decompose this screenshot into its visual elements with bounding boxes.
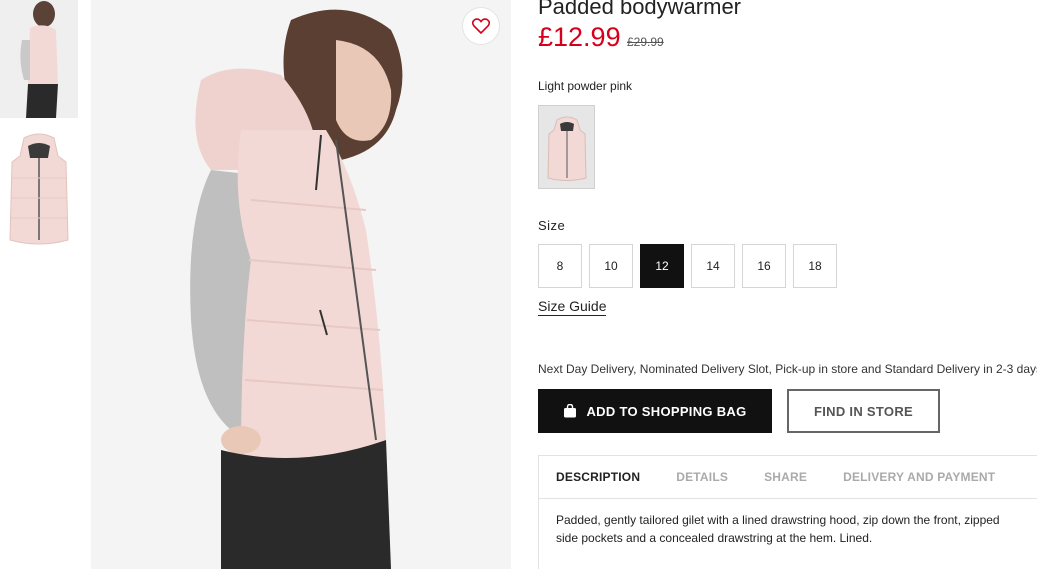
description-text: Padded, gently tailored gilet with a lin… — [556, 513, 1000, 545]
size-guide-link[interactable]: Size Guide — [538, 298, 607, 316]
delivery-info: Next Day Delivery, Nominated Delivery Sl… — [538, 362, 1037, 376]
add-to-bag-button[interactable]: ADD TO SHOPPING BAG — [538, 389, 772, 433]
heart-icon — [472, 18, 490, 34]
thumbnail-model-side[interactable] — [0, 0, 78, 118]
tab-bar: DESCRIPTION DETAILS SHARE DELIVERY AND P… — [539, 456, 1037, 499]
product-title: Padded bodywarmer — [538, 0, 742, 19]
size-option-14[interactable]: 14 — [691, 244, 735, 288]
thumbnail-model-image — [0, 0, 78, 118]
product-tabs: DESCRIPTION DETAILS SHARE DELIVERY AND P… — [538, 455, 1037, 569]
size-option-12[interactable]: 12 — [640, 244, 684, 288]
color-name: Light powder pink — [538, 79, 633, 93]
size-selector: 8 10 12 14 16 18 — [538, 244, 844, 288]
size-label: Size — [538, 218, 566, 233]
add-to-bag-label: ADD TO SHOPPING BAG — [586, 403, 747, 419]
favourite-button[interactable] — [462, 7, 500, 45]
shopping-bag-icon — [563, 404, 577, 418]
thumbnail-product-front[interactable] — [0, 128, 78, 250]
old-price: £29.99 — [627, 35, 664, 49]
thumbnail-product-image — [0, 128, 78, 250]
tab-share[interactable]: SHARE — [764, 470, 807, 484]
model-photo — [91, 0, 511, 569]
tab-details[interactable]: DETAILS — [676, 470, 728, 484]
main-product-image[interactable] — [91, 0, 511, 569]
product-price: £12.99 — [538, 22, 621, 52]
tab-description[interactable]: DESCRIPTION — [556, 470, 640, 484]
tab-delivery-and-payment[interactable]: DELIVERY AND PAYMENT — [843, 470, 995, 484]
size-option-8[interactable]: 8 — [538, 244, 582, 288]
color-swatch-light-powder-pink[interactable] — [538, 105, 595, 189]
swatch-image — [539, 106, 594, 188]
find-in-store-button[interactable]: FIND IN STORE — [787, 389, 940, 433]
size-option-10[interactable]: 10 — [589, 244, 633, 288]
size-option-16[interactable]: 16 — [742, 244, 786, 288]
size-option-18[interactable]: 18 — [793, 244, 837, 288]
